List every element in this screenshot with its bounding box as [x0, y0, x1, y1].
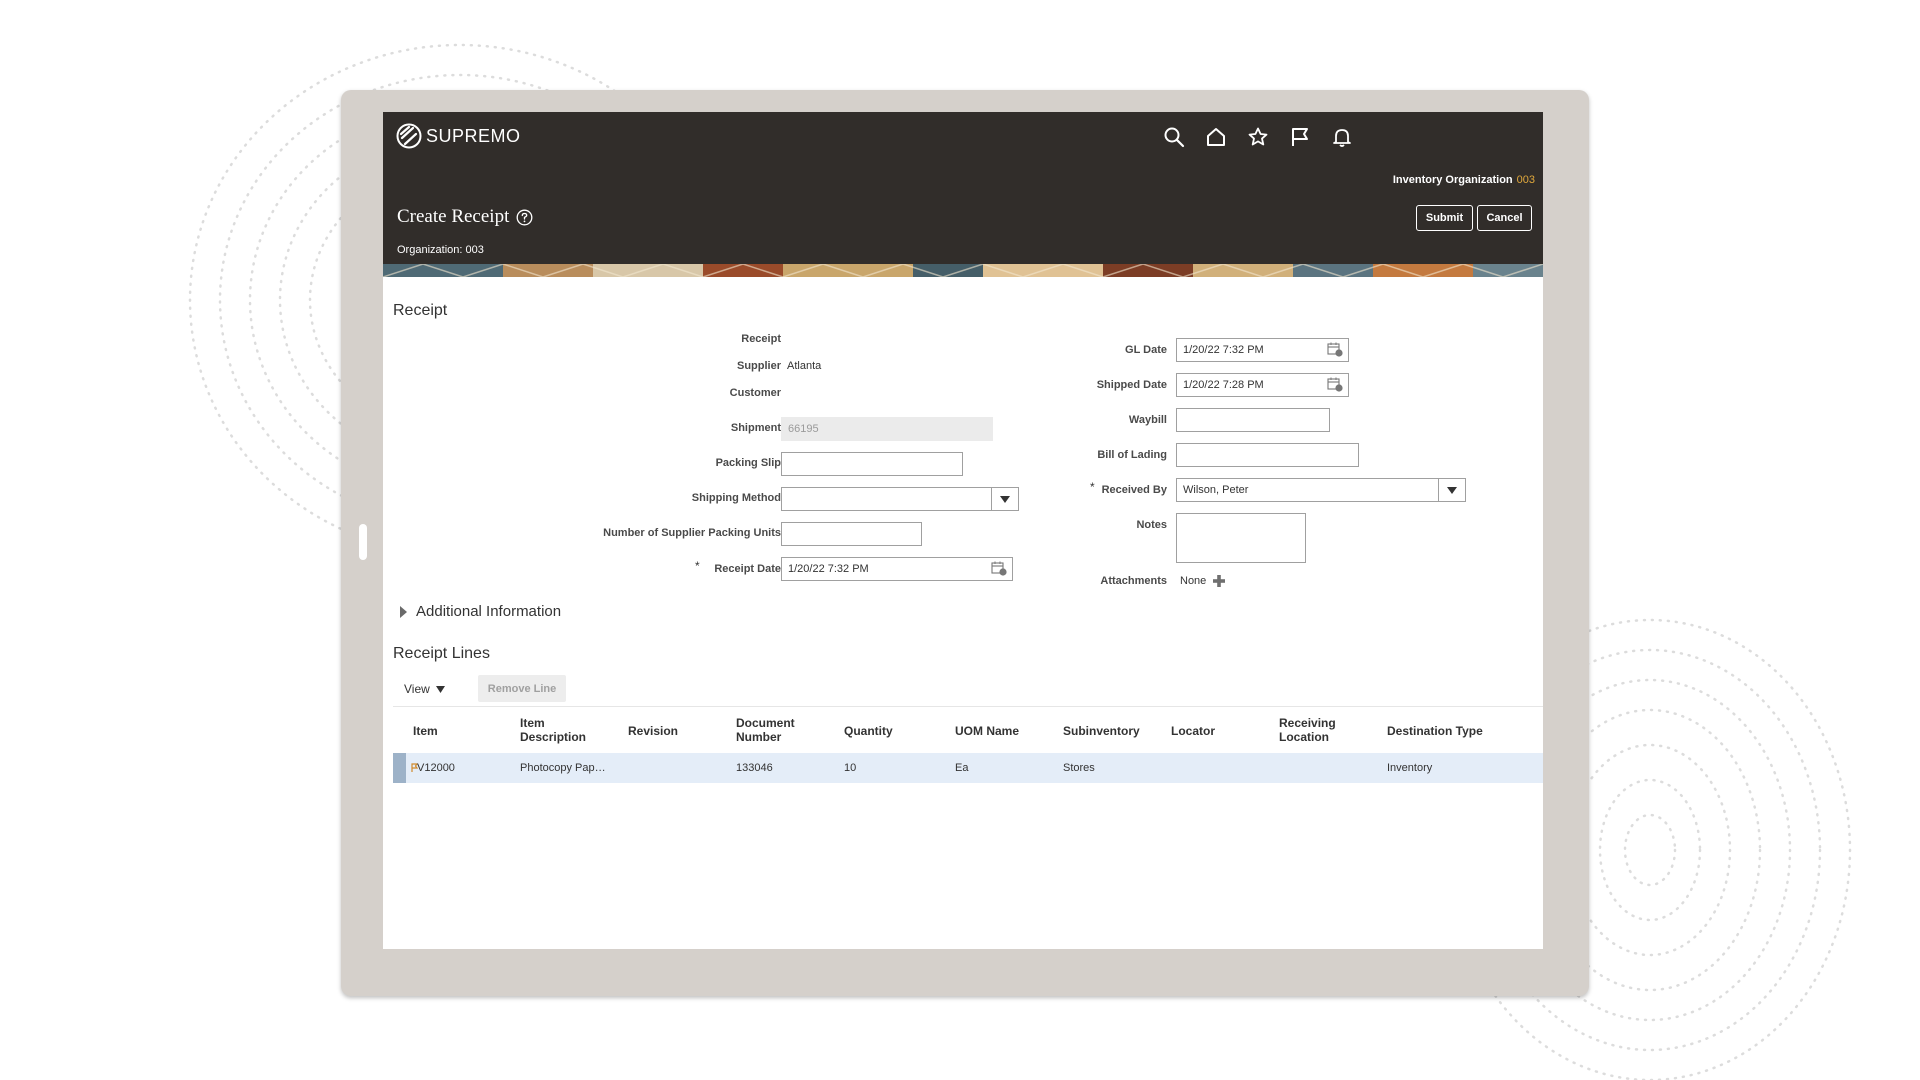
cell-quantity: 10	[844, 762, 857, 774]
receipt-date-value: 1/20/22 7:32 PM	[788, 563, 869, 575]
attachments-value: None	[1180, 575, 1207, 587]
inventory-org-label: Inventory Organization	[1392, 174, 1513, 186]
cell-document-number: 133046	[736, 762, 773, 774]
home-icon[interactable]	[1195, 124, 1237, 150]
bell-icon[interactable]	[1321, 124, 1363, 150]
global-nav	[1153, 124, 1363, 150]
waybill-input[interactable]	[1176, 408, 1330, 432]
organization-label: Organization: 003	[397, 244, 484, 256]
calendar-icon[interactable]	[1327, 377, 1344, 396]
view-menu[interactable]: View	[404, 682, 445, 696]
column-header-locator[interactable]: Locator	[1171, 724, 1215, 738]
attachments-label: Attachments	[1100, 575, 1167, 587]
additional-information-toggle[interactable]: Additional Information	[399, 603, 561, 620]
receipt-label: Receipt	[741, 333, 781, 345]
cell-item: V12000	[417, 762, 455, 774]
column-header-subinventory[interactable]: Subinventory	[1063, 724, 1140, 738]
packing-slip-label: Packing Slip	[715, 457, 781, 469]
view-menu-label: View	[404, 682, 430, 696]
receipt-date-label: Receipt Date	[714, 563, 781, 575]
cell-item-description: Photocopy Pap…	[520, 762, 606, 774]
waybill-label: Waybill	[1128, 414, 1167, 426]
column-header-document-number[interactable]: Document Number	[736, 716, 795, 744]
inventory-organization: Inventory Organization 003	[1393, 174, 1535, 186]
chevron-down-icon[interactable]	[991, 488, 1018, 510]
additional-information-label: Additional Information	[416, 603, 562, 620]
app-header: SUPREMO Inventory Organization 003 Create	[383, 112, 1543, 277]
shipment-label: Shipment	[730, 422, 781, 434]
packing-slip-input[interactable]	[781, 452, 963, 476]
row-selection-marker[interactable]	[393, 753, 406, 783]
remove-line-button[interactable]: Remove Line	[478, 675, 566, 702]
gl-date-input[interactable]: 1/20/22 7:32 PM	[1176, 338, 1349, 362]
column-header-receiving-location[interactable]: Receiving Location	[1279, 716, 1336, 744]
packing-units-input[interactable]	[781, 522, 922, 546]
supremo-logo-icon	[396, 123, 422, 149]
packing-units-label: Number of Supplier Packing Units	[603, 527, 781, 539]
received-by-select[interactable]: Wilson, Peter	[1176, 478, 1466, 502]
receipt-date-input[interactable]: 1/20/22 7:32 PM	[781, 557, 1013, 581]
receipt-section-title: Receipt	[393, 302, 448, 319]
receipt-lines-table-header: Item Item Description Revision Document Nu…	[393, 706, 1543, 754]
help-icon[interactable]	[516, 209, 533, 226]
gl-date-label: GL Date	[1125, 344, 1167, 356]
receipt-lines-title: Receipt Lines	[393, 645, 490, 662]
cell-subinventory: Stores	[1063, 762, 1095, 774]
logo[interactable]: SUPREMO	[396, 123, 521, 149]
tablet-home-button	[359, 524, 367, 560]
supplier-value: Atlanta	[787, 360, 822, 372]
brand-name: SUPREMO	[426, 125, 521, 146]
customer-label: Customer	[729, 387, 781, 399]
supplier-label: Supplier	[736, 360, 781, 372]
bill-of-lading-input[interactable]	[1176, 443, 1359, 467]
calendar-icon[interactable]	[1327, 342, 1344, 361]
notes-textarea[interactable]	[1176, 513, 1306, 563]
shipping-method-select[interactable]	[781, 487, 1019, 511]
bill-of-lading-label: Bill of Lading	[1097, 449, 1167, 461]
table-row[interactable]: V12000 Photocopy Pap… 133046 10 Ea Store…	[393, 753, 1543, 783]
search-icon[interactable]	[1153, 124, 1195, 150]
gl-date-value: 1/20/22 7:32 PM	[1183, 344, 1264, 356]
required-indicator: *	[695, 559, 700, 573]
cancel-button[interactable]: Cancel	[1477, 205, 1532, 231]
chevron-down-icon[interactable]	[1438, 479, 1465, 501]
app-screen: SUPREMO Inventory Organization 003 Create	[383, 112, 1543, 949]
inventory-org-value[interactable]: 003	[1517, 174, 1535, 186]
cell-uom-name: Ea	[955, 762, 969, 774]
received-by-label: Received By	[1101, 484, 1167, 496]
shipped-date-input[interactable]: 1/20/22 7:28 PM	[1176, 373, 1349, 397]
page-title-text: Create Receipt	[397, 206, 510, 227]
required-indicator: *	[1090, 480, 1095, 494]
notes-label: Notes	[1136, 519, 1167, 531]
page-title: Create Receipt	[397, 206, 533, 228]
submit-button[interactable]: Submit	[1416, 205, 1473, 231]
flag-icon[interactable]	[1279, 124, 1321, 150]
chevron-down-icon	[435, 685, 445, 693]
shipped-date-label: Shipped Date	[1096, 379, 1167, 391]
column-header-item-description[interactable]: Item Description	[520, 716, 586, 744]
column-header-item[interactable]: Item	[413, 724, 438, 738]
cell-destination-type: Inventory	[1387, 762, 1433, 774]
shipped-date-value: 1/20/22 7:28 PM	[1183, 379, 1264, 391]
column-header-revision[interactable]: Revision	[628, 724, 678, 738]
column-header-quantity[interactable]: Quantity	[844, 724, 893, 738]
decorative-banner	[383, 264, 1543, 277]
column-header-uom-name[interactable]: UOM Name	[955, 724, 1019, 738]
triangle-right-icon	[400, 605, 407, 618]
column-header-destination-type[interactable]: Destination Type	[1387, 724, 1483, 738]
shipping-method-label: Shipping Method	[691, 492, 781, 504]
received-by-value: Wilson, Peter	[1183, 484, 1249, 496]
calendar-icon[interactable]	[991, 561, 1008, 580]
star-icon[interactable]	[1237, 124, 1279, 150]
add-attachment-icon[interactable]	[1212, 574, 1226, 593]
shipment-field: 66195	[781, 417, 993, 441]
